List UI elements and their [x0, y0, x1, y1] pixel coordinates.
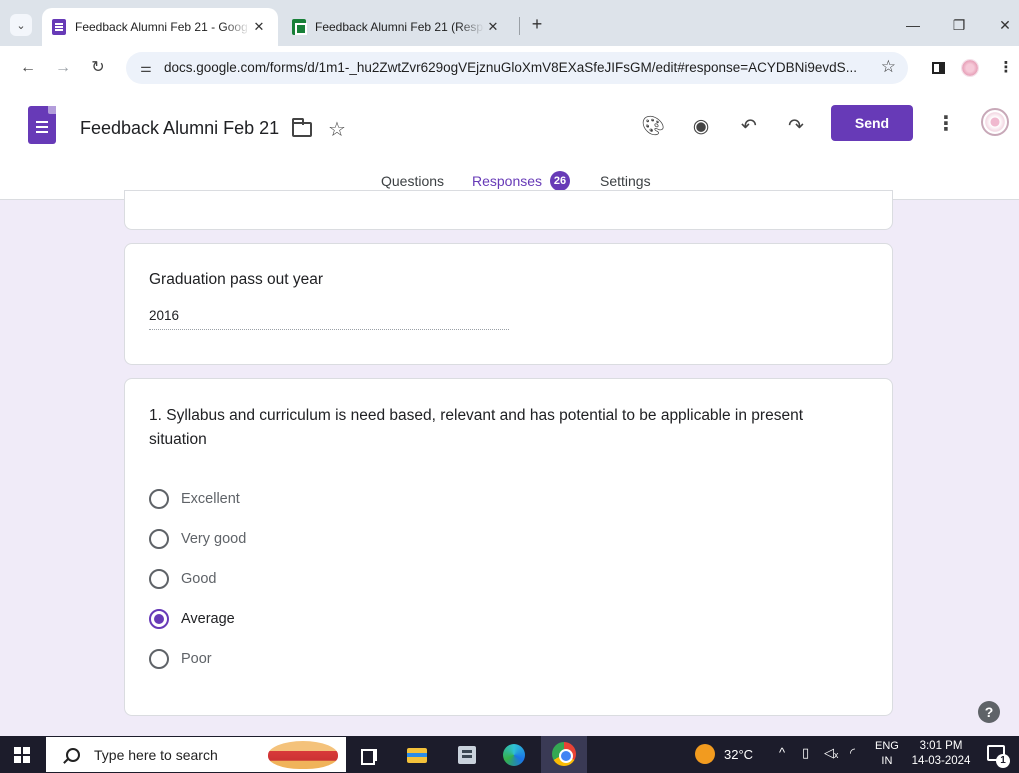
restore-icon[interactable]: ❐ [944, 14, 974, 36]
option-excellent[interactable]: Excellent [149, 487, 240, 511]
folder-icon[interactable] [292, 118, 312, 137]
tab-separator [519, 17, 520, 35]
radio-button[interactable] [149, 529, 169, 549]
clock-date: 14-03-2024 [911, 755, 971, 767]
browser-tab-forms[interactable]: Feedback Alumni Feb 21 - Goog ✕ [42, 8, 278, 46]
close-window-icon[interactable]: ✕ [990, 14, 1019, 36]
battery-icon[interactable]: ▯ [802, 745, 809, 761]
calculator-app-icon[interactable] [453, 741, 481, 769]
bookmark-star-icon[interactable]: ☆ [881, 57, 896, 77]
chrome-browser-icon[interactable] [541, 736, 587, 773]
side-panel-icon[interactable] [926, 56, 950, 80]
undo-icon[interactable]: ↶ [736, 114, 762, 140]
browser-tab-strip: ⌄ Feedback Alumni Feb 21 - Goog ✕ Feedba… [0, 0, 1019, 46]
address-bar[interactable]: ⚌ docs.google.com/forms/d/1m1-_hu2ZwtZvr… [126, 52, 908, 84]
wifi-icon[interactable]: ◜ [850, 745, 855, 761]
option-label: Excellent [181, 491, 240, 507]
option-label: Average [181, 611, 235, 627]
forms-header: Feedback Alumni Feb 21 ☆ 🎨︎ ◉ ↶ ↷ Send ⋮… [0, 90, 1019, 200]
edge-browser-icon[interactable] [500, 741, 528, 769]
tab-responses[interactable]: Responses 26 [472, 170, 571, 191]
option-good[interactable]: Good [149, 567, 216, 591]
tab-questions[interactable]: Questions [381, 173, 444, 189]
task-view-icon[interactable] [355, 741, 383, 769]
language-code: ENG [875, 740, 899, 752]
question-label: Graduation pass out year [149, 271, 324, 288]
tab-title: Feedback Alumni Feb 21 (Respo [315, 20, 484, 34]
site-info-icon[interactable]: ⚌ [136, 58, 156, 78]
search-icon [66, 747, 80, 762]
volume-muted-icon[interactable]: ◁ₓ [824, 745, 838, 761]
radio-button[interactable] [149, 649, 169, 669]
back-arrow-icon[interactable]: ← [16, 56, 40, 80]
question-label: 1. Syllabus and curriculum is need based… [149, 407, 803, 448]
account-avatar[interactable] [981, 108, 1009, 136]
more-options-icon[interactable]: ⋮ [936, 112, 956, 136]
previous-question-card [124, 190, 893, 230]
new-tab-icon[interactable]: + [526, 14, 548, 36]
search-placeholder: Type here to search [94, 746, 218, 763]
redo-icon[interactable]: ↷ [783, 114, 809, 140]
browser-tab-sheets[interactable]: Feedback Alumni Feb 21 (Respo ✕ [282, 8, 512, 46]
question-card-syllabus: 1. Syllabus and curriculum is need based… [124, 378, 893, 716]
clock-time: 3:01 PM [919, 740, 963, 752]
system-clock[interactable]: 3:01 PM 14-03-2024 [909, 739, 973, 769]
form-title: Feedback Alumni Feb 21 [80, 118, 280, 138]
responses-count-badge: 26 [550, 170, 571, 191]
weather-sun-icon[interactable] [695, 744, 715, 764]
google-forms-icon [52, 19, 66, 35]
option-poor[interactable]: Poor [149, 647, 212, 671]
file-explorer-icon[interactable] [403, 741, 431, 769]
option-label: Good [181, 571, 217, 587]
radio-button[interactable] [149, 569, 169, 589]
browser-toolbar: ← → ↻ ⚌ docs.google.com/forms/d/1m1-_hu2… [0, 46, 1019, 90]
tab-responses-label: Responses [472, 173, 543, 189]
google-sheets-icon [292, 19, 307, 35]
windows-taskbar: Type here to search 32°C ^ ▯ ◁ₓ ◜ ENG IN… [0, 736, 1019, 773]
send-button[interactable]: Send [831, 105, 913, 141]
option-label: Very good [181, 531, 247, 547]
option-label: Poor [181, 651, 212, 667]
windows-start-icon[interactable] [14, 747, 30, 763]
tray-chevron-icon[interactable]: ^ [779, 745, 785, 760]
google-forms-logo-icon[interactable] [28, 106, 56, 144]
tab-title: Feedback Alumni Feb 21 - Goog [75, 20, 248, 34]
reload-icon[interactable]: ↻ [86, 56, 110, 80]
radio-button-selected[interactable] [149, 609, 169, 629]
radio-button[interactable] [149, 489, 169, 509]
url-text: docs.google.com/forms/d/1m1-_hu2ZwtZvr62… [164, 60, 857, 75]
star-icon[interactable]: ☆ [328, 117, 346, 142]
palette-icon[interactable]: 🎨︎ [640, 114, 666, 140]
forward-arrow-icon[interactable]: → [51, 56, 75, 80]
tab-search-chevron-icon[interactable]: ⌄ [10, 14, 32, 36]
option-very-good[interactable]: Very good [149, 527, 246, 551]
close-tab-icon[interactable]: ✕ [250, 19, 268, 35]
weather-temperature[interactable]: 32°C [724, 747, 753, 762]
help-icon[interactable]: ? [978, 701, 1000, 723]
answer-value: 2016 [149, 308, 509, 330]
language-region: IN [881, 755, 893, 767]
language-indicator[interactable]: ENG IN [875, 739, 899, 769]
browser-menu-icon[interactable]: ⋮ [994, 56, 1018, 80]
question-card-graduation-year: Graduation pass out year 2016 [124, 243, 893, 365]
profile-avatar[interactable] [958, 56, 982, 80]
option-average[interactable]: Average [149, 607, 235, 631]
preview-eye-icon[interactable]: ◉ [688, 114, 714, 140]
minimize-icon[interactable]: — [898, 14, 928, 36]
tab-settings[interactable]: Settings [600, 173, 651, 189]
notification-count-badge: 1 [996, 754, 1010, 768]
search-highlight-pie-icon[interactable] [268, 741, 338, 769]
close-tab-icon[interactable]: ✕ [484, 19, 502, 35]
